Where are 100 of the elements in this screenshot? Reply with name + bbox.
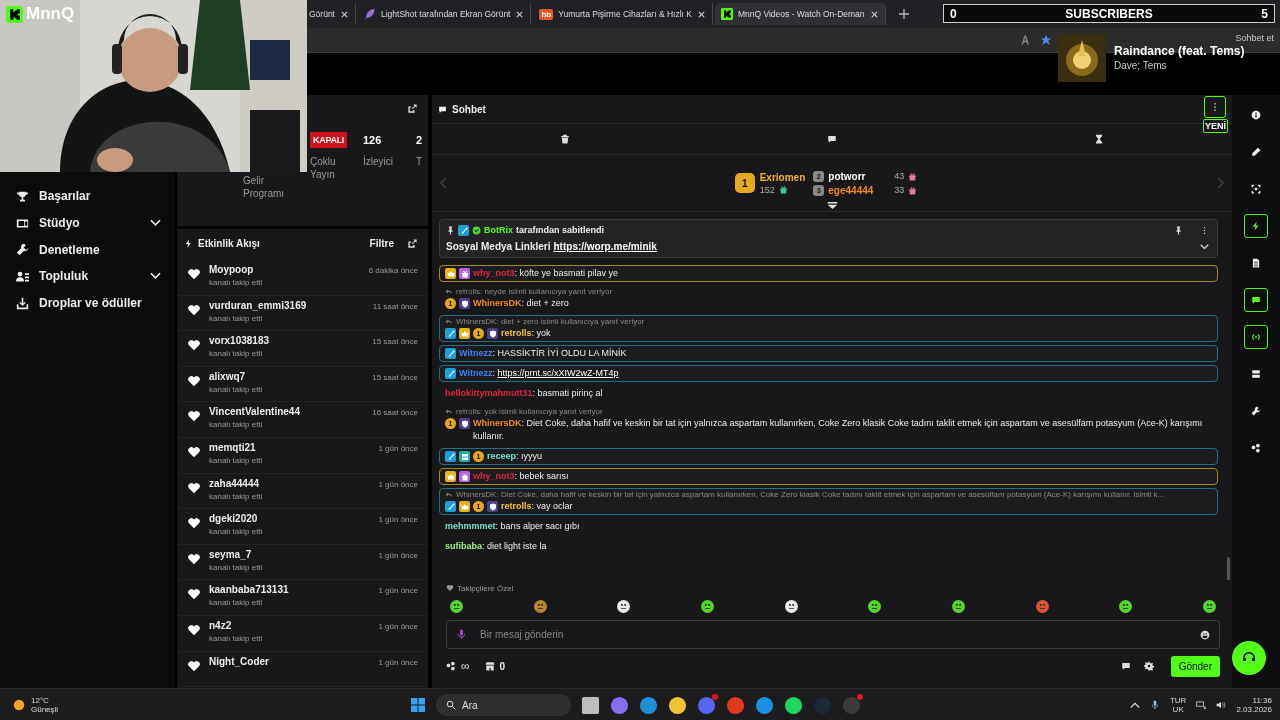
sword-badge-icon: [445, 328, 456, 339]
username: potworr: [828, 170, 867, 182]
heart-icon: [187, 444, 201, 459]
event-description: kanalı takip etti: [209, 633, 264, 643]
chevron-up-icon[interactable]: [1129, 700, 1140, 710]
browser-tab[interactable]: hb Yumurta Pişirme Cihazları & Hızlı K: [533, 3, 713, 25]
weather-icon[interactable]: [12, 698, 26, 712]
trash-icon[interactable]: [560, 134, 571, 144]
heart-icon: [187, 338, 201, 353]
panel-title: Sohbet: [452, 103, 486, 115]
event-description: kanalı takip etti: [209, 598, 264, 608]
app-icon[interactable]: [639, 695, 658, 715]
site-icon: hb: [539, 8, 554, 20]
link[interactable]: https://worp.me/minik: [553, 241, 657, 252]
timestamp: 15 saat önce: [372, 372, 418, 382]
emote-icon[interactable]: [700, 599, 714, 613]
counter-value: 5: [1261, 6, 1268, 21]
message-text: why_not3: köfte ye basmati pilav ye: [473, 267, 619, 280]
reply-icon: [445, 287, 453, 296]
message-input[interactable]: Bir mesaj gönderin: [446, 620, 1220, 649]
pin-icon[interactable]: [1174, 225, 1183, 235]
copilot-label[interactable]: Sohbet et: [1235, 33, 1274, 43]
emote-icon[interactable]: [1202, 599, 1216, 613]
speaker-icon[interactable]: [1216, 700, 1227, 710]
emoji-icon[interactable]: [1200, 630, 1210, 640]
scrollbar[interactable]: [1227, 557, 1230, 580]
keyboard-layout[interactable]: UK: [1172, 705, 1184, 714]
app-icon[interactable]: [755, 695, 774, 715]
notification-dot: [857, 693, 863, 700]
microphone-icon[interactable]: [1149, 700, 1160, 710]
gift-count: 43: [894, 171, 905, 181]
search-icon: [446, 700, 456, 710]
new-tab-icon[interactable]: [897, 8, 910, 20]
song-artist: Dave; Tems: [1114, 60, 1168, 71]
gift-icon: [908, 171, 918, 181]
chevron-icon[interactable]: [1200, 243, 1209, 250]
people-icon: [16, 269, 29, 283]
username: alixwq7: [209, 370, 247, 382]
language-code[interactable]: TUR: [1169, 696, 1187, 705]
browser-tab[interactable]: MnnQ Videos - Watch On-Deman: [714, 3, 886, 25]
lightning-icon[interactable]: [1244, 214, 1268, 238]
clock-date[interactable]: 2.03.2026: [1236, 705, 1272, 714]
timestamp: 6 dakika önce: [368, 266, 418, 275]
clock-time[interactable]: 11:36: [1252, 696, 1272, 705]
hourglass-icon[interactable]: [1093, 134, 1104, 144]
username: n4z2: [209, 619, 233, 631]
username: Moypoop: [209, 264, 255, 275]
emote-icon[interactable]: [1119, 599, 1133, 613]
username: ege44444: [828, 184, 875, 196]
timestamp: 1 gün önce: [378, 443, 418, 453]
close-icon[interactable]: [515, 9, 525, 19]
sidebar-item[interactable]: Denetleme: [0, 236, 175, 264]
heart-icon: [446, 584, 454, 592]
app-icon[interactable]: [784, 695, 803, 715]
star-icon[interactable]: [1040, 34, 1053, 46]
app-icon[interactable]: [668, 695, 687, 715]
browser-tab[interactable]: LightShot tarafından Ekran Görünt: [358, 3, 532, 25]
chat-icon[interactable]: [1244, 288, 1268, 312]
network-icon[interactable]: [1196, 700, 1207, 710]
sword-badge-icon: [445, 348, 456, 359]
sidebar-item[interactable]: Başarılar: [0, 183, 175, 210]
close-icon[interactable]: [340, 9, 349, 19]
popout-icon[interactable]: [407, 237, 418, 249]
event-description: kanalı takip etti: [209, 491, 264, 501]
sidebar-item[interactable]: Topluluk: [0, 263, 175, 290]
search-field[interactable]: Ara: [436, 694, 571, 716]
heart-icon: [187, 587, 201, 602]
scroll-down-icon[interactable]: [827, 201, 838, 210]
close-icon[interactable]: [869, 9, 879, 19]
store-icon[interactable]: [484, 661, 495, 671]
username: kaanbaba713131: [209, 584, 290, 596]
emote-icon[interactable]: [868, 599, 882, 613]
send-button[interactable]: Gönder: [1170, 655, 1220, 677]
settings-icon[interactable]: [1143, 661, 1154, 671]
trophy-icon: [16, 189, 29, 203]
shield-badge-icon: [459, 298, 470, 309]
more-icon[interactable]: [1204, 96, 1227, 118]
gift-count: 33: [894, 185, 905, 195]
sidebar-item[interactable]: Stüdyo: [0, 209, 175, 237]
emote-icon[interactable]: [784, 599, 798, 613]
emote-icon[interactable]: [450, 599, 463, 613]
crown-badge-icon: [459, 328, 470, 339]
username: zaha44444: [209, 477, 261, 489]
broadcast-icon[interactable]: [1244, 325, 1268, 349]
popout-icon[interactable]: [407, 103, 418, 114]
app-icon[interactable]: [610, 695, 629, 715]
weather-condition: Güneşli: [31, 705, 59, 714]
chat-icon[interactable]: [827, 134, 837, 144]
close-icon[interactable]: [696, 9, 706, 19]
emote-icon[interactable]: [617, 599, 631, 613]
emote-icon[interactable]: [951, 599, 965, 613]
start-button[interactable]: [410, 697, 426, 713]
app-icon[interactable]: [581, 695, 600, 715]
link[interactable]: https://prnt.sc/xXIW2wZ-MT4p: [497, 368, 619, 378]
microphone-icon[interactable]: [456, 629, 467, 640]
stat-value: 2: [416, 133, 424, 148]
filter-button[interactable]: Filtre: [369, 237, 394, 249]
sidebar-item[interactable]: Droplar ve ödüller: [0, 289, 175, 317]
chat-icon[interactable]: [1120, 661, 1131, 671]
timestamp: 11 saat önce: [372, 301, 418, 311]
